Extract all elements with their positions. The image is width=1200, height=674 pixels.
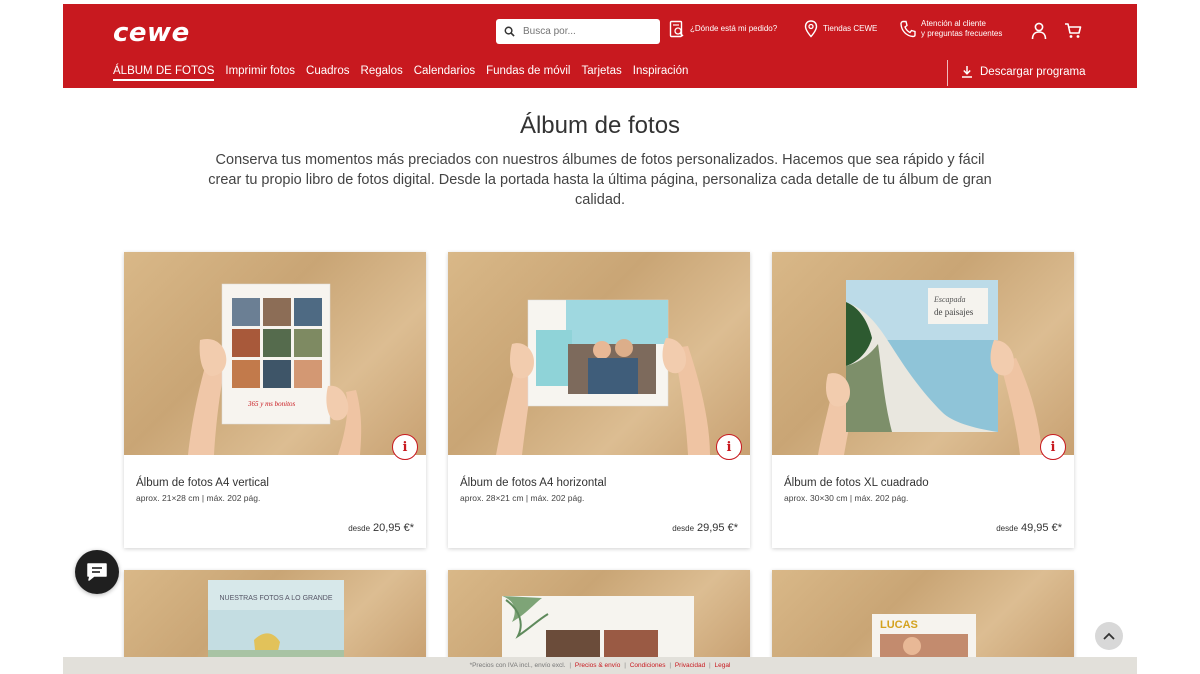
cover-title: NUESTRAS FOTOS A LO GRANDE (219, 595, 332, 602)
info-button[interactable]: i (392, 434, 418, 460)
cover-title: LUCAS (880, 619, 918, 631)
price-from: desde (348, 524, 371, 533)
scroll-to-top-button[interactable] (1095, 622, 1123, 650)
chevron-up-icon (1103, 632, 1115, 640)
footer-separator: | (569, 662, 572, 669)
cart-icon[interactable] (1064, 22, 1082, 40)
search-box[interactable] (496, 19, 660, 44)
footer-link-legal[interactable]: Legal (715, 662, 731, 669)
footer-link-privacy[interactable]: Privacidad (675, 662, 705, 669)
album-photo-row2-3: LUCAS (872, 614, 976, 660)
stores-label: Tiendas CEWE (823, 24, 878, 33)
product-spec: aprox. 28×21 cm | máx. 202 pág. (460, 493, 585, 503)
cover-line-2: de paisajes (934, 307, 974, 317)
price-value: 29,95 €* (697, 522, 738, 534)
nav-item-regalos[interactable]: Regalos (361, 65, 403, 81)
footer-separator: | (709, 662, 711, 669)
album-photo-xl-square: Escapada de paisajes (818, 280, 1042, 455)
info-button[interactable]: i (1040, 434, 1066, 460)
product-card-xl-square[interactable]: Escapada de paisajes i Álbum de fotos XL… (772, 252, 1074, 548)
album-photo-row2-2 (502, 596, 694, 660)
product-name: Álbum de fotos A4 horizontal (460, 477, 607, 489)
nav-item-cuadros[interactable]: Cuadros (306, 65, 349, 81)
footer-link-prices[interactable]: Precios & envío (575, 662, 621, 669)
phone-icon (900, 20, 916, 38)
site-header: cewe ¿Dónde está mi pedido? Tiendas CEWE… (63, 4, 1137, 88)
product-spec: aprox. 30×30 cm | máx. 202 pág. (784, 493, 909, 503)
page: cewe ¿Dónde está mi pedido? Tiendas CEWE… (0, 0, 1200, 674)
download-icon (962, 66, 972, 78)
product-card-a4-vertical[interactable]: 365 y ms bonitos i Álbum de fotos A4 ver… (124, 252, 426, 548)
product-image-a4-vertical: 365 y ms bonitos (124, 252, 426, 455)
download-program-link[interactable]: Descargar programa (961, 65, 1085, 78)
product-price: desde 29,95 €* (672, 522, 738, 534)
footer-separator: | (669, 662, 672, 669)
nav-item-imprimir-fotos[interactable]: Imprimir fotos (225, 65, 295, 81)
product-name: Álbum de fotos A4 vertical (136, 477, 269, 489)
nav-divider (947, 60, 948, 86)
product-spec: aprox. 21×28 cm | máx. 202 pág. (136, 493, 261, 503)
nav-item-tarjetas[interactable]: Tarjetas (581, 65, 621, 81)
order-status-link[interactable]: ¿Dónde está mi pedido? (669, 20, 777, 38)
info-button[interactable]: i (716, 434, 742, 460)
album-photo-a4-vertical: 365 y ms bonitos (188, 283, 362, 455)
support-link[interactable]: Atención al cliente y preguntas frecuent… (900, 19, 1002, 39)
nav-item-album-de-fotos[interactable]: ÁLBUM DE FOTOS (113, 65, 215, 81)
footer-bar: *Precios con IVA incl., envío excl. | Pr… (63, 657, 1137, 674)
price-value: 20,95 €* (373, 522, 414, 534)
intro-text: Conserva tus momentos más preciados con … (208, 152, 992, 208)
product-card-row2-2[interactable] (448, 570, 750, 660)
product-name: Álbum de fotos XL cuadrado (784, 477, 929, 489)
support-line-2: y preguntas frecuentes (921, 29, 1003, 38)
order-search-icon (669, 20, 684, 38)
support-line-1: Atención al cliente (921, 19, 986, 28)
nav-item-fundas-de-movil[interactable]: Fundas de móvil (486, 65, 570, 81)
nav-item-calendarios[interactable]: Calendarios (414, 65, 475, 81)
location-pin-icon (804, 20, 818, 38)
price-from: desde (996, 524, 1019, 533)
chat-icon (87, 563, 107, 581)
album-photo-row2-1: NUESTRAS FOTOS A LO GRANDE (208, 580, 344, 660)
cewe-logo[interactable]: cewe (113, 18, 190, 48)
product-card-a4-horizontal[interactable]: i Álbum de fotos A4 horizontal aprox. 28… (448, 252, 750, 548)
chat-button[interactable] (75, 550, 119, 594)
main-nav: ÁLBUM DE FOTOS Imprimir fotos Cuadros Re… (113, 65, 699, 81)
download-label: Descargar programa (980, 65, 1086, 78)
product-price: desde 49,95 €* (996, 522, 1062, 534)
product-image-row2-2 (448, 570, 750, 660)
page-title: Álbum de fotos (519, 112, 681, 139)
footer-link-conditions[interactable]: Condiciones (630, 662, 666, 669)
search-icon (504, 26, 515, 37)
album-cover-text: 365 y ms bonitos (247, 400, 296, 408)
nav-item-inspiracion[interactable]: Inspiración (633, 65, 689, 81)
price-note: *Precios con IVA incl., envío excl. (469, 662, 566, 669)
product-image-row2-1: NUESTRAS FOTOS A LO GRANDE (124, 570, 426, 660)
album-photo-a4-horizontal (496, 299, 710, 455)
product-card-row2-1[interactable]: NUESTRAS FOTOS A LO GRANDE (124, 570, 426, 660)
price-value: 49,95 €* (1021, 522, 1062, 534)
search-input[interactable] (523, 26, 653, 37)
account-icon[interactable] (1031, 22, 1047, 40)
footer-separator: | (624, 662, 626, 669)
product-card-row2-3[interactable]: LUCAS (772, 570, 1074, 660)
product-image-a4-horizontal (448, 252, 750, 455)
product-image-row2-3: LUCAS (772, 570, 1074, 660)
product-image-xl-square: Escapada de paisajes (772, 252, 1074, 455)
support-text: Atención al cliente y preguntas frecuent… (921, 19, 1002, 39)
cover-line-1: Escapada (933, 295, 966, 304)
order-status-label: ¿Dónde está mi pedido? (690, 24, 778, 33)
stores-link[interactable]: Tiendas CEWE (804, 20, 877, 38)
product-price: desde 20,95 €* (348, 522, 414, 534)
price-from: desde (672, 524, 695, 533)
